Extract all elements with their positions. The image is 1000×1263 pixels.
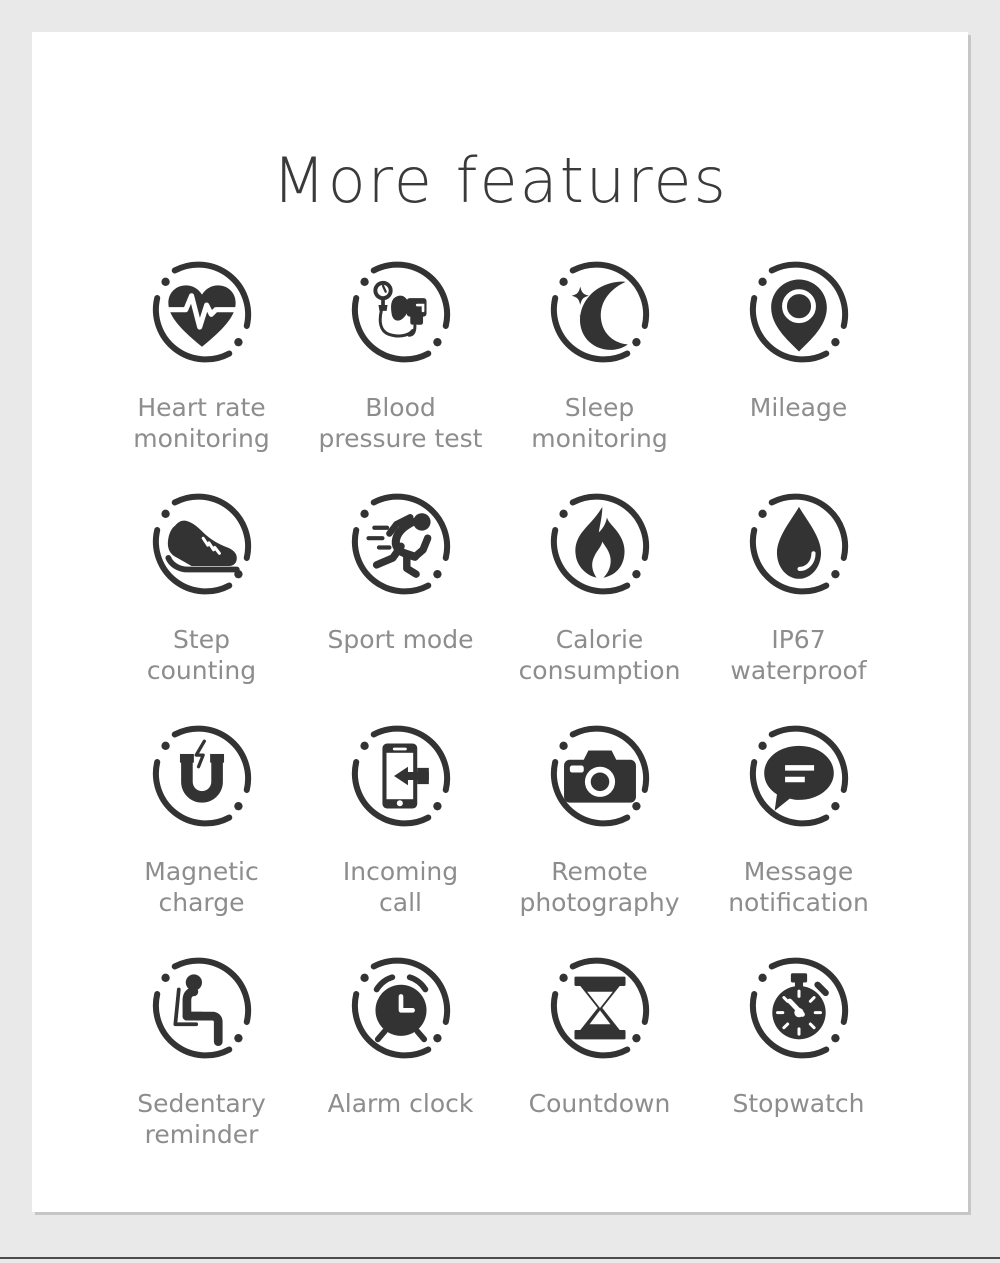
water-drop-icon — [741, 486, 857, 602]
camera-icon — [542, 718, 658, 834]
bottom-divider — [0, 1257, 1000, 1263]
feature-item-step-counting[interactable]: Step counting — [102, 486, 301, 718]
stopwatch-icon — [741, 950, 857, 1066]
feature-label: Alarm clock — [327, 1089, 474, 1118]
moon-stars-icon — [542, 254, 658, 370]
phone-incoming-icon — [343, 718, 459, 834]
feature-label: IP67 waterproof — [730, 625, 867, 685]
feature-item-countdown[interactable]: Countdown — [500, 950, 699, 1182]
speech-bubble-icon — [741, 718, 857, 834]
alarm-clock-icon — [343, 950, 459, 1066]
heart-rate-icon — [144, 254, 260, 370]
poster-background: More features Heart rate monitoring Bloo… — [0, 0, 1000, 1257]
feature-label: Heart rate monitoring — [133, 393, 270, 453]
feature-item-magnetic-charge[interactable]: Magnetic charge — [102, 718, 301, 950]
feature-label: Calorie consumption — [518, 625, 681, 685]
feature-label: Sport mode — [327, 625, 474, 654]
sitting-person-icon — [144, 950, 260, 1066]
feature-item-sleep[interactable]: Sleep monitoring — [500, 254, 699, 486]
feature-label: Remote photography — [519, 857, 680, 917]
feature-item-sport-mode[interactable]: Sport mode — [301, 486, 500, 718]
hourglass-icon — [542, 950, 658, 1066]
feature-label: Countdown — [528, 1089, 671, 1118]
feature-item-remote-photography[interactable]: Remote photography — [500, 718, 699, 950]
feature-item-waterproof[interactable]: IP67 waterproof — [699, 486, 898, 718]
feature-item-stopwatch[interactable]: Stopwatch — [699, 950, 898, 1182]
feature-item-message-notification[interactable]: Message notification — [699, 718, 898, 950]
feature-label: Step counting — [146, 625, 257, 685]
feature-card: More features Heart rate monitoring Bloo… — [32, 32, 968, 1212]
feature-label: Sedentary reminder — [137, 1089, 266, 1149]
feature-grid: Heart rate monitoring Blood pressure tes… — [102, 254, 898, 1182]
map-pin-icon — [741, 254, 857, 370]
feature-item-mileage[interactable]: Mileage — [699, 254, 898, 486]
feature-item-blood-pressure[interactable]: Blood pressure test — [301, 254, 500, 486]
feature-item-calorie[interactable]: Calorie consumption — [500, 486, 699, 718]
feature-label: Sleep monitoring — [531, 393, 668, 453]
magnet-icon — [144, 718, 260, 834]
feature-item-alarm-clock[interactable]: Alarm clock — [301, 950, 500, 1182]
feature-label: Stopwatch — [732, 1089, 865, 1118]
blood-pressure-icon — [343, 254, 459, 370]
feature-label: Magnetic charge — [144, 857, 259, 917]
flame-icon — [542, 486, 658, 602]
feature-label: Mileage — [749, 393, 848, 422]
runner-icon — [343, 486, 459, 602]
sneaker-icon — [144, 486, 260, 602]
feature-item-heart-rate[interactable]: Heart rate monitoring — [102, 254, 301, 486]
feature-item-sedentary-reminder[interactable]: Sedentary reminder — [102, 950, 301, 1182]
feature-label: Incoming call — [342, 857, 459, 917]
feature-label: Blood pressure test — [318, 393, 483, 453]
page-title: More features — [272, 144, 728, 217]
feature-item-incoming-call[interactable]: Incoming call — [301, 718, 500, 950]
feature-label: Message notification — [728, 857, 869, 917]
